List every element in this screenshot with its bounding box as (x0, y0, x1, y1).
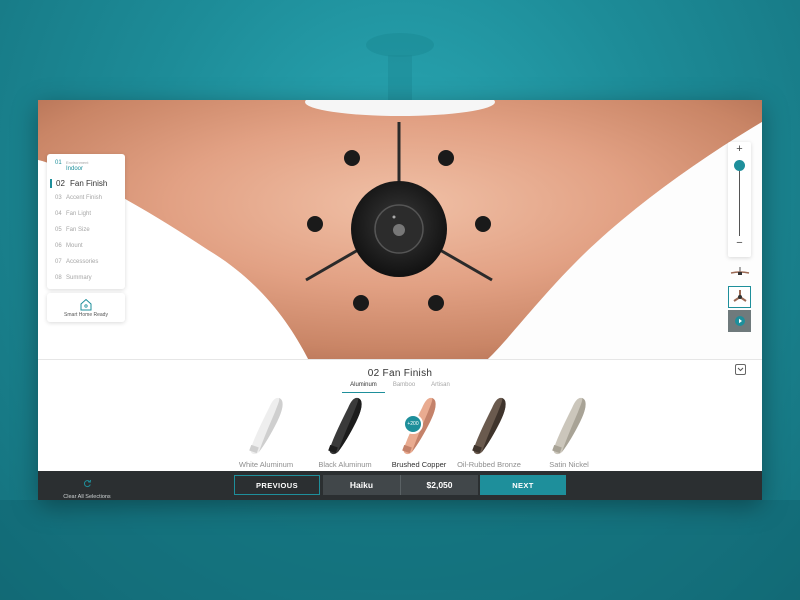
step-06[interactable]: 06 Mount (47, 243, 125, 259)
zoom-out-button[interactable]: − (728, 238, 751, 249)
step-02[interactable]: 02 Fan Finish (47, 179, 125, 195)
step-number: 08 (55, 275, 62, 281)
step-number: 02 (56, 179, 65, 188)
step-number: 05 (55, 227, 62, 233)
swatch-label: Satin Nickel (549, 460, 589, 469)
step-label: Indoor (66, 166, 84, 172)
tab-aluminum[interactable]: Aluminum (342, 382, 385, 393)
swatch-satin-nickel[interactable]: Satin Nickel (524, 394, 614, 472)
configurator-window: 01 Environment Indoor 02 Fan Finish 03 Accent … (38, 100, 762, 500)
model-name: Haiku (323, 475, 400, 495)
finish-swatches: White Aluminum Black Aluminum +200 Brushed … (38, 394, 762, 472)
chevron-down-icon (737, 367, 744, 372)
swatch-label: White Aluminum (238, 460, 294, 469)
panel-title: 02 Fan Finish (367, 368, 433, 379)
step-number: 01 (55, 160, 62, 166)
step-08[interactable]: 08 Summary (47, 275, 125, 291)
previous-button[interactable]: PREVIOUS (234, 475, 320, 495)
swatch-oil-rubbed-bronze[interactable]: Oil-Rubbed Bronze (444, 394, 534, 472)
step-label: Fan Light (66, 211, 92, 217)
step-04[interactable]: 04 Fan Light (47, 211, 125, 227)
smart-home-icon (80, 298, 92, 310)
steps-nav: 01 Environment Indoor 02 Fan Finish 03 Accent … (47, 154, 125, 289)
play-icon (734, 316, 745, 326)
view-room-video-thumbnail[interactable] (728, 310, 751, 332)
fan-render (38, 100, 762, 359)
step-label: Fan Size (66, 227, 90, 233)
view-side-thumbnail[interactable] (728, 261, 751, 283)
selection-panel: 02 Fan Finish Aluminum Bamboo Artisan Whit… (38, 359, 762, 471)
smart-home-ready-button[interactable]: Smart Home Ready (47, 293, 125, 322)
tab-bamboo[interactable]: Bamboo (385, 382, 423, 393)
step-label: Accessories (66, 259, 99, 265)
fan-side-icon (730, 267, 749, 275)
fan-blade-icon (472, 397, 506, 455)
material-tabs: Aluminum Bamboo Artisan (38, 382, 762, 393)
step-01[interactable]: 01 Environment Indoor (47, 160, 125, 179)
total-price: $2,050 (400, 475, 478, 495)
fan-blade-icon (552, 397, 586, 455)
fan-3d-viewer[interactable]: 01 Environment Indoor 02 Fan Finish 03 Accent … (38, 100, 762, 359)
step-number: 03 (55, 195, 62, 201)
clear-all-label: Clear All Selections (63, 494, 111, 500)
fan-blade-icon (249, 397, 283, 455)
step-label: Summary (66, 275, 92, 281)
step-label: Mount (66, 243, 83, 249)
zoom-control: + − (728, 142, 751, 257)
zoom-track[interactable] (739, 160, 740, 236)
zoom-in-button[interactable]: + (728, 144, 751, 155)
step-number: 07 (55, 259, 62, 265)
bottom-action-bar: Clear All Selections PREVIOUS Haiku $2,0… (38, 471, 762, 500)
fan-blade-icon (328, 397, 362, 455)
step-label: Accent Finish (66, 195, 103, 201)
refresh-icon (83, 479, 91, 488)
step-05[interactable]: 05 Fan Size (47, 227, 125, 243)
step-label: Fan Finish (70, 179, 108, 188)
clear-all-selections-button[interactable]: Clear All Selections (54, 475, 120, 500)
smart-home-label: Smart Home Ready (64, 311, 108, 318)
tab-artisan[interactable]: Artisan (423, 382, 458, 393)
price-upgrade-badge: +200 (403, 414, 423, 434)
swatch-white-aluminum[interactable]: White Aluminum (221, 394, 311, 472)
collapse-panel-button[interactable] (735, 364, 746, 375)
step-07[interactable]: 07 Accessories (47, 259, 125, 275)
swatch-label: Oil-Rubbed Bronze (457, 460, 521, 469)
zoom-slider-thumb[interactable] (734, 159, 745, 171)
step-number: 06 (55, 243, 62, 249)
step-03[interactable]: 03 Accent Finish (47, 195, 125, 211)
view-bottom-thumbnail[interactable] (728, 286, 751, 308)
next-button[interactable]: NEXT (480, 475, 566, 495)
step-number: 04 (55, 211, 62, 217)
fan-top-icon (732, 290, 747, 302)
